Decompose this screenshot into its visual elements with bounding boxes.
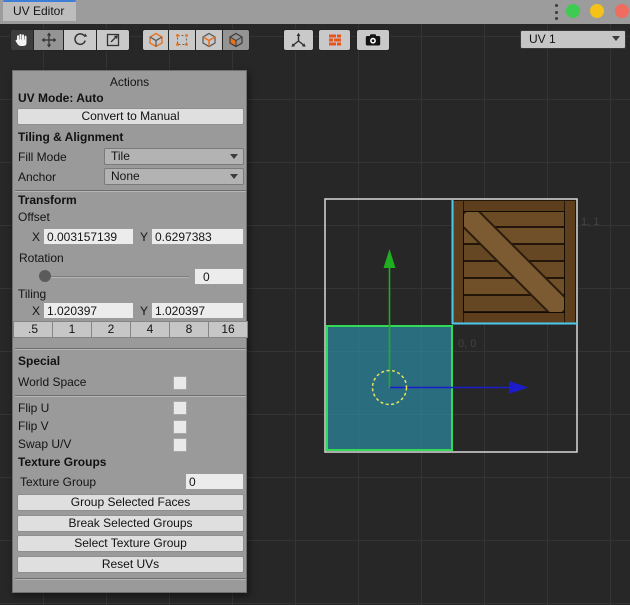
rotation-slider-track[interactable] bbox=[39, 276, 189, 278]
tiling-x-field[interactable] bbox=[43, 302, 134, 319]
render-uv-bricks-icon bbox=[327, 32, 343, 48]
tiling-alignment-header: Tiling & Alignment bbox=[18, 130, 123, 144]
flip-u-checkbox[interactable] bbox=[173, 401, 187, 415]
separator bbox=[15, 190, 246, 192]
offset-y-field[interactable] bbox=[151, 228, 244, 245]
scale-icon bbox=[105, 32, 121, 48]
offset-x-label: X bbox=[32, 230, 40, 244]
break-selected-groups-button[interactable]: Break Selected Groups bbox=[17, 515, 244, 532]
project-uv-button[interactable] bbox=[283, 29, 314, 51]
swap-uv-checkbox[interactable] bbox=[173, 438, 187, 452]
tiling-x-label: X bbox=[32, 304, 40, 318]
texture-groups-header: Texture Groups bbox=[18, 455, 106, 469]
tiling-presets: .5 1 2 4 8 16 bbox=[13, 321, 248, 338]
window-green-light-icon[interactable] bbox=[566, 4, 580, 18]
vertex-mode-button[interactable] bbox=[169, 29, 196, 51]
preset-1-button[interactable]: 1 bbox=[53, 321, 92, 338]
panel-title: Actions bbox=[13, 75, 246, 89]
rotation-slider-knob[interactable] bbox=[39, 270, 51, 282]
pan-hand-icon bbox=[14, 32, 30, 48]
tiling-y-label: Y bbox=[140, 304, 148, 318]
world-space-checkbox[interactable] bbox=[173, 376, 187, 390]
offset-y-label: Y bbox=[140, 230, 148, 244]
offset-x-field[interactable] bbox=[43, 228, 134, 245]
face-mode-cube-icon bbox=[228, 32, 244, 48]
object-mode-button[interactable] bbox=[142, 29, 169, 51]
scale-tool-button[interactable] bbox=[97, 29, 130, 51]
anchor-label: Anchor bbox=[18, 170, 56, 184]
title-strip: UV Editor bbox=[0, 0, 630, 24]
preset-16-button[interactable]: 16 bbox=[209, 321, 248, 338]
uv-unit-label: 1, 1 bbox=[581, 216, 599, 228]
offset-label: Offset bbox=[18, 210, 50, 224]
crate-texture-quad[interactable] bbox=[452, 200, 576, 324]
selected-face-quad[interactable] bbox=[327, 326, 452, 450]
rotate-tool-button[interactable] bbox=[64, 29, 97, 51]
uv-channel-value: UV 1 bbox=[529, 32, 556, 46]
chevron-down-icon bbox=[230, 174, 238, 179]
uv-bounds-rect bbox=[325, 199, 577, 452]
chevron-down-icon bbox=[230, 154, 238, 159]
tiling-y-field[interactable] bbox=[151, 302, 244, 319]
preset-8-button[interactable]: 8 bbox=[170, 321, 209, 338]
rotation-handle-circle[interactable] bbox=[373, 371, 407, 405]
texture-group-label: Texture Group bbox=[20, 475, 96, 489]
preset-2-button[interactable]: 2 bbox=[92, 321, 131, 338]
transform-header: Transform bbox=[18, 193, 77, 207]
separator bbox=[15, 578, 246, 580]
edge-mode-cube-icon bbox=[201, 32, 217, 48]
axis-u-arrowhead-icon bbox=[509, 381, 528, 394]
separator bbox=[15, 395, 246, 397]
fill-mode-value: Tile bbox=[111, 149, 130, 163]
screenshot-button[interactable] bbox=[356, 29, 390, 51]
actions-panel: Actions UV Mode: Auto Convert to Manual … bbox=[12, 70, 247, 593]
separator bbox=[15, 348, 246, 350]
swap-uv-label: Swap U/V bbox=[18, 437, 71, 451]
uv-editor-window: UV Editor bbox=[0, 0, 630, 605]
edge-mode-button[interactable] bbox=[196, 29, 223, 51]
screenshot-camera-icon bbox=[364, 32, 382, 48]
flip-u-label: Flip U bbox=[18, 401, 49, 415]
project-uv-arrows-icon bbox=[290, 32, 307, 49]
reset-uvs-button[interactable]: Reset UVs bbox=[17, 556, 244, 573]
anchor-value: None bbox=[111, 169, 140, 183]
uv-channel-dropdown[interactable]: UV 1 bbox=[520, 30, 626, 49]
uv-origin-label: 0, 0 bbox=[458, 338, 476, 350]
tab-uv-editor[interactable]: UV Editor bbox=[3, 0, 76, 21]
render-uv-template-button[interactable] bbox=[318, 29, 351, 51]
anchor-dropdown[interactable]: None bbox=[104, 168, 244, 185]
uv-canvas[interactable]: 0, 0 1, 1 bbox=[0, 24, 630, 605]
uv-mode-label: UV Mode: Auto bbox=[18, 91, 104, 105]
group-selected-faces-button[interactable]: Group Selected Faces bbox=[17, 494, 244, 511]
face-mode-button[interactable] bbox=[223, 29, 250, 51]
object-mode-cube-icon bbox=[148, 32, 164, 48]
pan-tool-button[interactable] bbox=[10, 29, 34, 51]
move-tool-button[interactable] bbox=[34, 29, 64, 51]
rotate-icon bbox=[72, 32, 88, 48]
rotation-label: Rotation bbox=[19, 251, 64, 265]
fill-mode-label: Fill Mode bbox=[18, 150, 67, 164]
window-red-light-icon[interactable] bbox=[615, 4, 629, 18]
move-icon bbox=[41, 32, 57, 48]
flip-v-checkbox[interactable] bbox=[173, 420, 187, 434]
vertex-mode-icon bbox=[174, 32, 190, 48]
window-menu-icon[interactable] bbox=[552, 4, 560, 20]
flip-v-label: Flip V bbox=[18, 419, 49, 433]
world-space-label: World Space bbox=[18, 375, 86, 389]
tiling-label: Tiling bbox=[18, 287, 46, 301]
special-header: Special bbox=[18, 354, 60, 368]
select-texture-group-button[interactable]: Select Texture Group bbox=[17, 535, 244, 552]
convert-to-manual-button[interactable]: Convert to Manual bbox=[17, 108, 244, 125]
window-yellow-light-icon[interactable] bbox=[590, 4, 604, 18]
preset-half-button[interactable]: .5 bbox=[13, 321, 53, 338]
rotation-field[interactable] bbox=[194, 268, 244, 285]
preset-4-button[interactable]: 4 bbox=[131, 321, 170, 338]
axis-v-arrowhead-icon bbox=[384, 249, 396, 268]
texture-group-field[interactable] bbox=[185, 473, 244, 490]
fill-mode-dropdown[interactable]: Tile bbox=[104, 148, 244, 165]
chevron-down-icon bbox=[612, 36, 620, 41]
